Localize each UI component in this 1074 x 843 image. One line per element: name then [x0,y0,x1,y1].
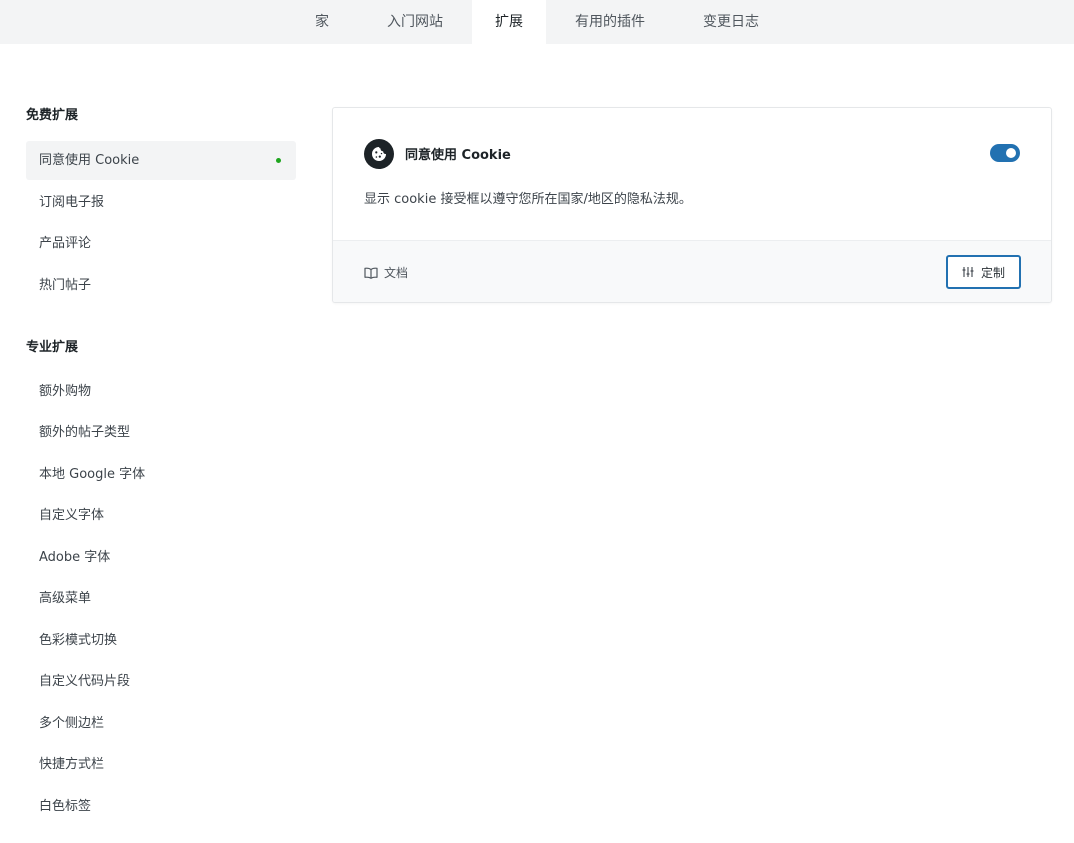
tab-extensions[interactable]: 扩展 [472,0,546,44]
customize-label: 定制 [980,265,1005,280]
sidebar-item-advanced-menus[interactable]: 高级菜单 [26,579,296,618]
active-status-dot [276,158,281,163]
sidebar-item-color-mode-switch[interactable]: 色彩模式切换 [26,621,296,660]
sliders-icon [962,267,974,277]
tab-starter-sites[interactable]: 入门网站 [358,0,472,44]
extension-enable-toggle[interactable] [990,144,1020,162]
docs-link[interactable]: 文档 [364,264,408,281]
sidebar-item-label: 额外购物 [39,383,92,399]
sidebar-item-custom-fonts[interactable]: 自定义字体 [26,496,296,535]
free-extensions-heading: 免费扩展 [26,108,79,123]
sidebar-item-trending-posts[interactable]: 热门帖子 [26,266,296,305]
sidebar-item-newsletter[interactable]: 订阅电子报 [26,183,296,222]
pro-extensions-heading: 专业扩展 [26,339,79,355]
tab-useful-plugins[interactable]: 有用的插件 [546,0,674,44]
cookie-icon [364,139,394,169]
extension-card: 同意使用 Cookie 显示 cookie 接受框以遵守您所在国家/地区的隐私法… [332,107,1052,303]
sidebar-item-label: 自定义字体 [39,508,105,523]
sidebar-item-label: 自定义代码片段 [39,674,131,689]
sidebar-item-code-snippets[interactable]: 自定义代码片段 [26,662,296,701]
extension-description: 显示 cookie 接受框以遵守您所在国家/地区的隐私法规。 [364,192,692,207]
sidebar-item-label: Adobe 字体 [39,549,111,565]
sidebar-item-label: 快捷方式栏 [39,757,105,772]
sidebar-item-label: 订阅电子报 [39,194,105,210]
sidebar-item-shortcuts-bar[interactable]: 快捷方式栏 [26,745,296,784]
toggle-knob [1006,148,1016,158]
sidebar-item-label: 白色标签 [39,798,92,814]
sidebar-item-label: 热门帖子 [39,277,92,293]
sidebar-item-shop-extra[interactable]: 额外购物 [26,372,296,411]
extension-card-footer: 文档 定制 [333,240,1051,302]
sidebar-item-multiple-sidebars[interactable]: 多个侧边栏 [26,704,296,743]
docs-label: 文档 [384,266,409,280]
sidebar-item-label: 额外的帖子类型 [39,425,131,440]
sidebar-item-cookie-consent[interactable]: 同意使用 Cookie [26,141,296,180]
sidebar-item-label: 本地 Google 字体 [39,466,146,482]
sidebar-item-custom-post-types[interactable]: 额外的帖子类型 [26,413,296,452]
sidebar-item-adobe-fonts[interactable]: Adobe 字体 [26,538,296,577]
tab-home[interactable]: 家 [286,0,358,44]
sidebar-item-label: 色彩模式切换 [39,632,118,648]
extension-card-body: 同意使用 Cookie 显示 cookie 接受框以遵守您所在国家/地区的隐私法… [333,108,1051,240]
sidebar-item-label: 同意使用 Cookie [39,153,140,168]
sidebar-item-white-label[interactable]: 白色标签 [26,787,296,826]
extensions-sidebar: 免费扩展 同意使用 Cookie 订阅电子报 产品评论 热门帖子 专业扩展 额外… [26,106,296,828]
sidebar-item-label: 高级菜单 [39,591,92,606]
top-tabs: 家 入门网站 扩展 有用的插件 变更日志 [0,0,1074,44]
sidebar-item-label: 多个侧边栏 [39,715,105,731]
customize-button[interactable]: 定制 [946,255,1021,289]
sidebar-item-product-review[interactable]: 产品评论 [26,224,296,263]
sidebar-item-label: 产品评论 [39,236,92,251]
sidebar-item-local-google-fonts[interactable]: 本地 Google 字体 [26,455,296,494]
extension-title: 同意使用 Cookie [405,148,511,163]
tab-changelog[interactable]: 变更日志 [674,0,788,44]
book-icon [364,267,378,279]
